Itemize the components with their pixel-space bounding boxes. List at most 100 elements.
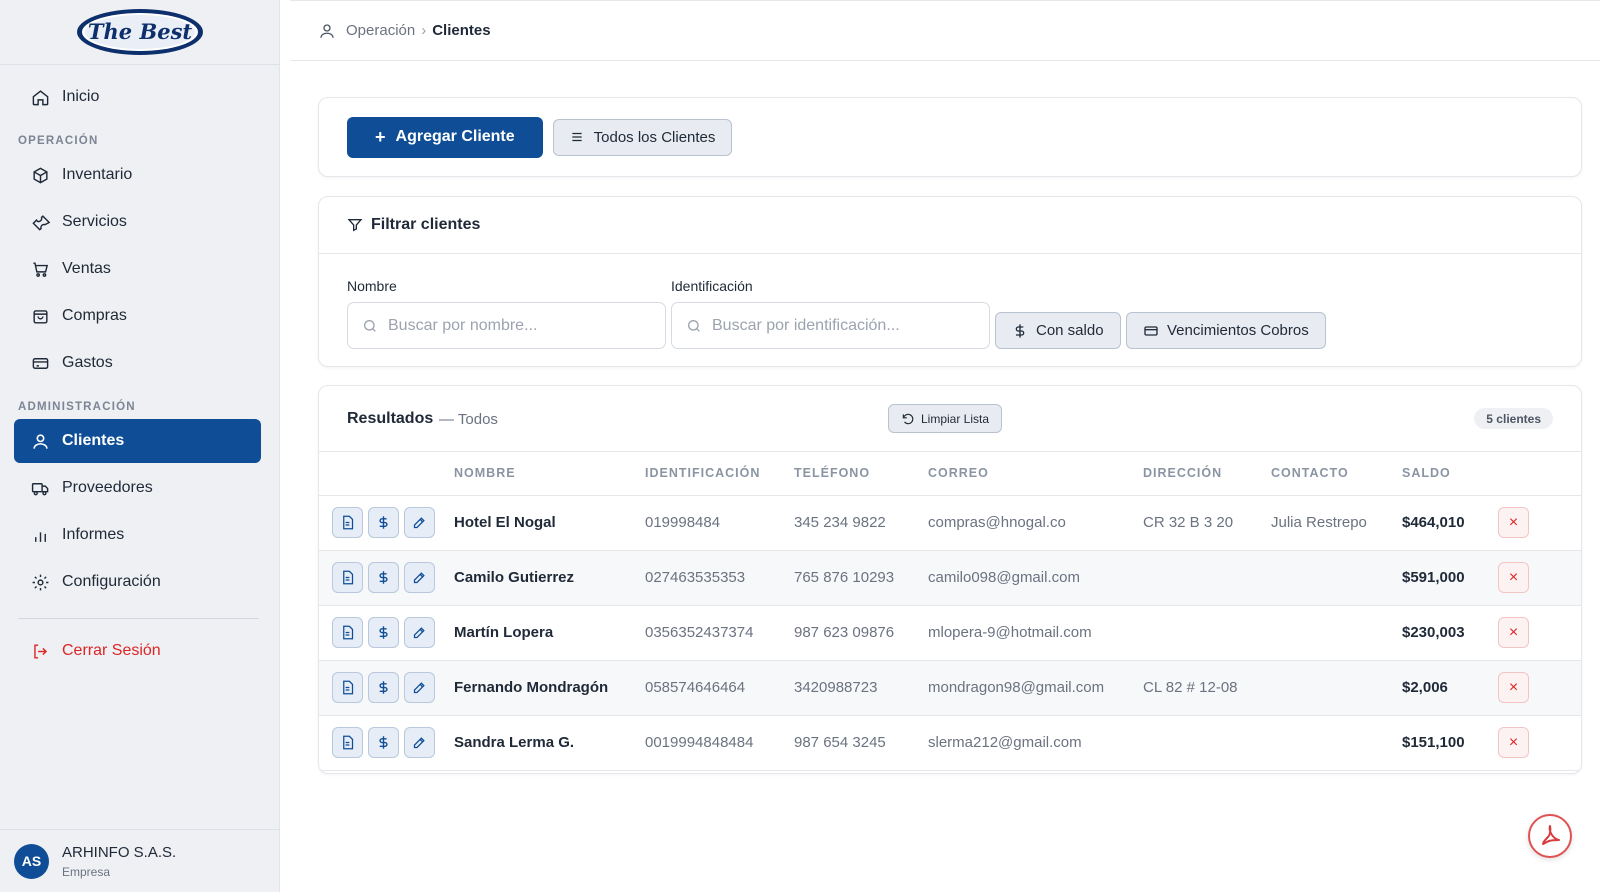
with-balance-button[interactable]: Con saldo bbox=[995, 312, 1121, 349]
breadcrumb-parent[interactable]: Operación bbox=[346, 22, 415, 39]
avatar: AS bbox=[14, 843, 49, 879]
row-delete-cell: × bbox=[1498, 715, 1581, 771]
truck-icon bbox=[30, 478, 50, 498]
edit-icon bbox=[413, 517, 425, 529]
logout-button[interactable]: Cerrar Sesión bbox=[14, 629, 261, 673]
export-pdf-button[interactable] bbox=[1528, 814, 1572, 858]
due-dates-button[interactable]: Vencimientos Cobros bbox=[1126, 312, 1326, 349]
delete-button[interactable]: × bbox=[1498, 507, 1529, 538]
document-icon bbox=[343, 680, 354, 695]
bag-icon bbox=[30, 306, 50, 326]
sidebar-item-label: Compras bbox=[62, 307, 127, 324]
delete-button[interactable]: × bbox=[1498, 562, 1529, 593]
dollar-icon bbox=[379, 516, 388, 529]
nav-section-operacion: OPERACIÓN bbox=[18, 135, 99, 147]
search-icon bbox=[686, 318, 702, 334]
view-document-button[interactable] bbox=[332, 672, 363, 703]
cell-saldo: $591,000 bbox=[1402, 550, 1498, 606]
user-name: ARHINFO S.A.S. bbox=[62, 843, 177, 861]
filter-title: Filtrar clientes bbox=[371, 216, 481, 233]
sidebar-item-configuracion[interactable]: Configuración bbox=[14, 560, 261, 604]
user-icon bbox=[318, 22, 336, 40]
cell-direccion: CL 82 # 12-08 bbox=[1143, 660, 1271, 716]
cell-contacto bbox=[1271, 660, 1402, 716]
user-role: Empresa bbox=[62, 864, 111, 879]
column-header-correo: CORREO bbox=[928, 452, 1143, 496]
sidebar-item-inicio[interactable]: Inicio bbox=[14, 75, 261, 119]
sidebar: The Best Inicio OPERACIÓN Inventario Ser… bbox=[0, 0, 280, 892]
name-search-input[interactable] bbox=[388, 316, 648, 335]
filter-icon bbox=[347, 217, 363, 233]
view-document-button[interactable] bbox=[332, 507, 363, 538]
cell-contacto bbox=[1271, 605, 1402, 661]
delete-button[interactable]: × bbox=[1498, 727, 1529, 758]
logout-label: Cerrar Sesión bbox=[62, 642, 161, 659]
edit-button[interactable] bbox=[404, 727, 435, 758]
cart-icon bbox=[30, 259, 50, 279]
view-document-button[interactable] bbox=[332, 562, 363, 593]
filter-card: Filtrar clientes Nombre Identificación bbox=[318, 196, 1582, 367]
cell-telefono: 345 234 9822 bbox=[794, 495, 928, 551]
edit-button[interactable] bbox=[404, 562, 435, 593]
cell-correo: compras@hnogal.co bbox=[928, 495, 1143, 551]
payment-button[interactable] bbox=[368, 617, 399, 648]
sidebar-item-compras[interactable]: Compras bbox=[14, 294, 261, 338]
nav-divider bbox=[18, 618, 259, 619]
edit-button[interactable] bbox=[404, 672, 435, 703]
wrench-icon bbox=[30, 212, 50, 232]
edit-icon bbox=[413, 737, 425, 749]
dollar-icon bbox=[379, 681, 388, 694]
clear-list-button[interactable]: Limpiar Lista bbox=[888, 404, 1003, 433]
name-search-field[interactable] bbox=[347, 302, 666, 349]
view-document-button[interactable] bbox=[332, 727, 363, 758]
cell-identificacion: 027463535353 bbox=[645, 550, 794, 606]
cell-direccion bbox=[1143, 550, 1271, 606]
cell-identificacion: 058574646464 bbox=[645, 660, 794, 716]
id-search-field[interactable] bbox=[671, 302, 990, 349]
payment-button[interactable] bbox=[368, 562, 399, 593]
row-actions-cell bbox=[319, 495, 454, 551]
table-row: Sandra Lerma G. 0019994848484 987 654 32… bbox=[319, 715, 1581, 771]
sidebar-item-ventas[interactable]: Ventas bbox=[14, 247, 261, 291]
results-header: Resultados — Todos Limpiar Lista 5 clien… bbox=[319, 386, 1581, 452]
results-title: Resultados bbox=[347, 410, 434, 427]
sidebar-item-proveedores[interactable]: Proveedores bbox=[14, 466, 261, 510]
delete-button[interactable]: × bbox=[1498, 672, 1529, 703]
payment-button[interactable] bbox=[368, 672, 399, 703]
user-box[interactable]: AS ARHINFO S.A.S. Empresa bbox=[0, 829, 280, 892]
brand-logo[interactable]: The Best bbox=[74, 6, 206, 58]
cell-telefono: 3420988723 bbox=[794, 660, 928, 716]
id-filter-label: Identificación bbox=[671, 278, 753, 294]
id-search-input[interactable] bbox=[712, 316, 972, 335]
sidebar-item-servicios[interactable]: Servicios bbox=[14, 200, 261, 244]
payment-button[interactable] bbox=[368, 507, 399, 538]
edit-button[interactable] bbox=[404, 617, 435, 648]
results-card: Resultados — Todos Limpiar Lista 5 clien… bbox=[318, 385, 1582, 774]
cell-contacto bbox=[1271, 550, 1402, 606]
edit-button[interactable] bbox=[404, 507, 435, 538]
delete-column-header bbox=[1498, 452, 1581, 496]
close-icon: × bbox=[1508, 678, 1519, 696]
sidebar-item-informes[interactable]: Informes bbox=[14, 513, 261, 557]
cell-contacto: Julia Restrepo bbox=[1271, 495, 1402, 551]
cell-saldo: $230,003 bbox=[1402, 605, 1498, 661]
delete-button[interactable]: × bbox=[1498, 617, 1529, 648]
due-dates-label: Vencimientos Cobros bbox=[1167, 322, 1309, 339]
box-icon bbox=[30, 165, 50, 185]
view-document-button[interactable] bbox=[332, 617, 363, 648]
row-actions-cell bbox=[319, 550, 454, 606]
list-icon bbox=[570, 130, 584, 144]
sidebar-item-label: Inventario bbox=[62, 166, 133, 183]
all-clients-button[interactable]: Todos los Clientes bbox=[552, 118, 733, 156]
add-client-button[interactable]: + Agregar Cliente bbox=[347, 116, 543, 158]
payment-button[interactable] bbox=[368, 727, 399, 758]
sidebar-item-inventario[interactable]: Inventario bbox=[14, 153, 261, 197]
close-icon: × bbox=[1508, 623, 1519, 641]
table-row: Hotel El Nogal 019998484 345 234 9822 co… bbox=[319, 495, 1581, 551]
dollar-icon bbox=[379, 571, 388, 584]
sidebar-item-gastos[interactable]: Gastos bbox=[14, 341, 261, 385]
gear-icon bbox=[30, 572, 50, 592]
sidebar-item-label: Informes bbox=[62, 526, 125, 543]
sidebar-item-label: Configuración bbox=[62, 573, 161, 590]
sidebar-item-clientes[interactable]: Clientes bbox=[14, 419, 261, 463]
